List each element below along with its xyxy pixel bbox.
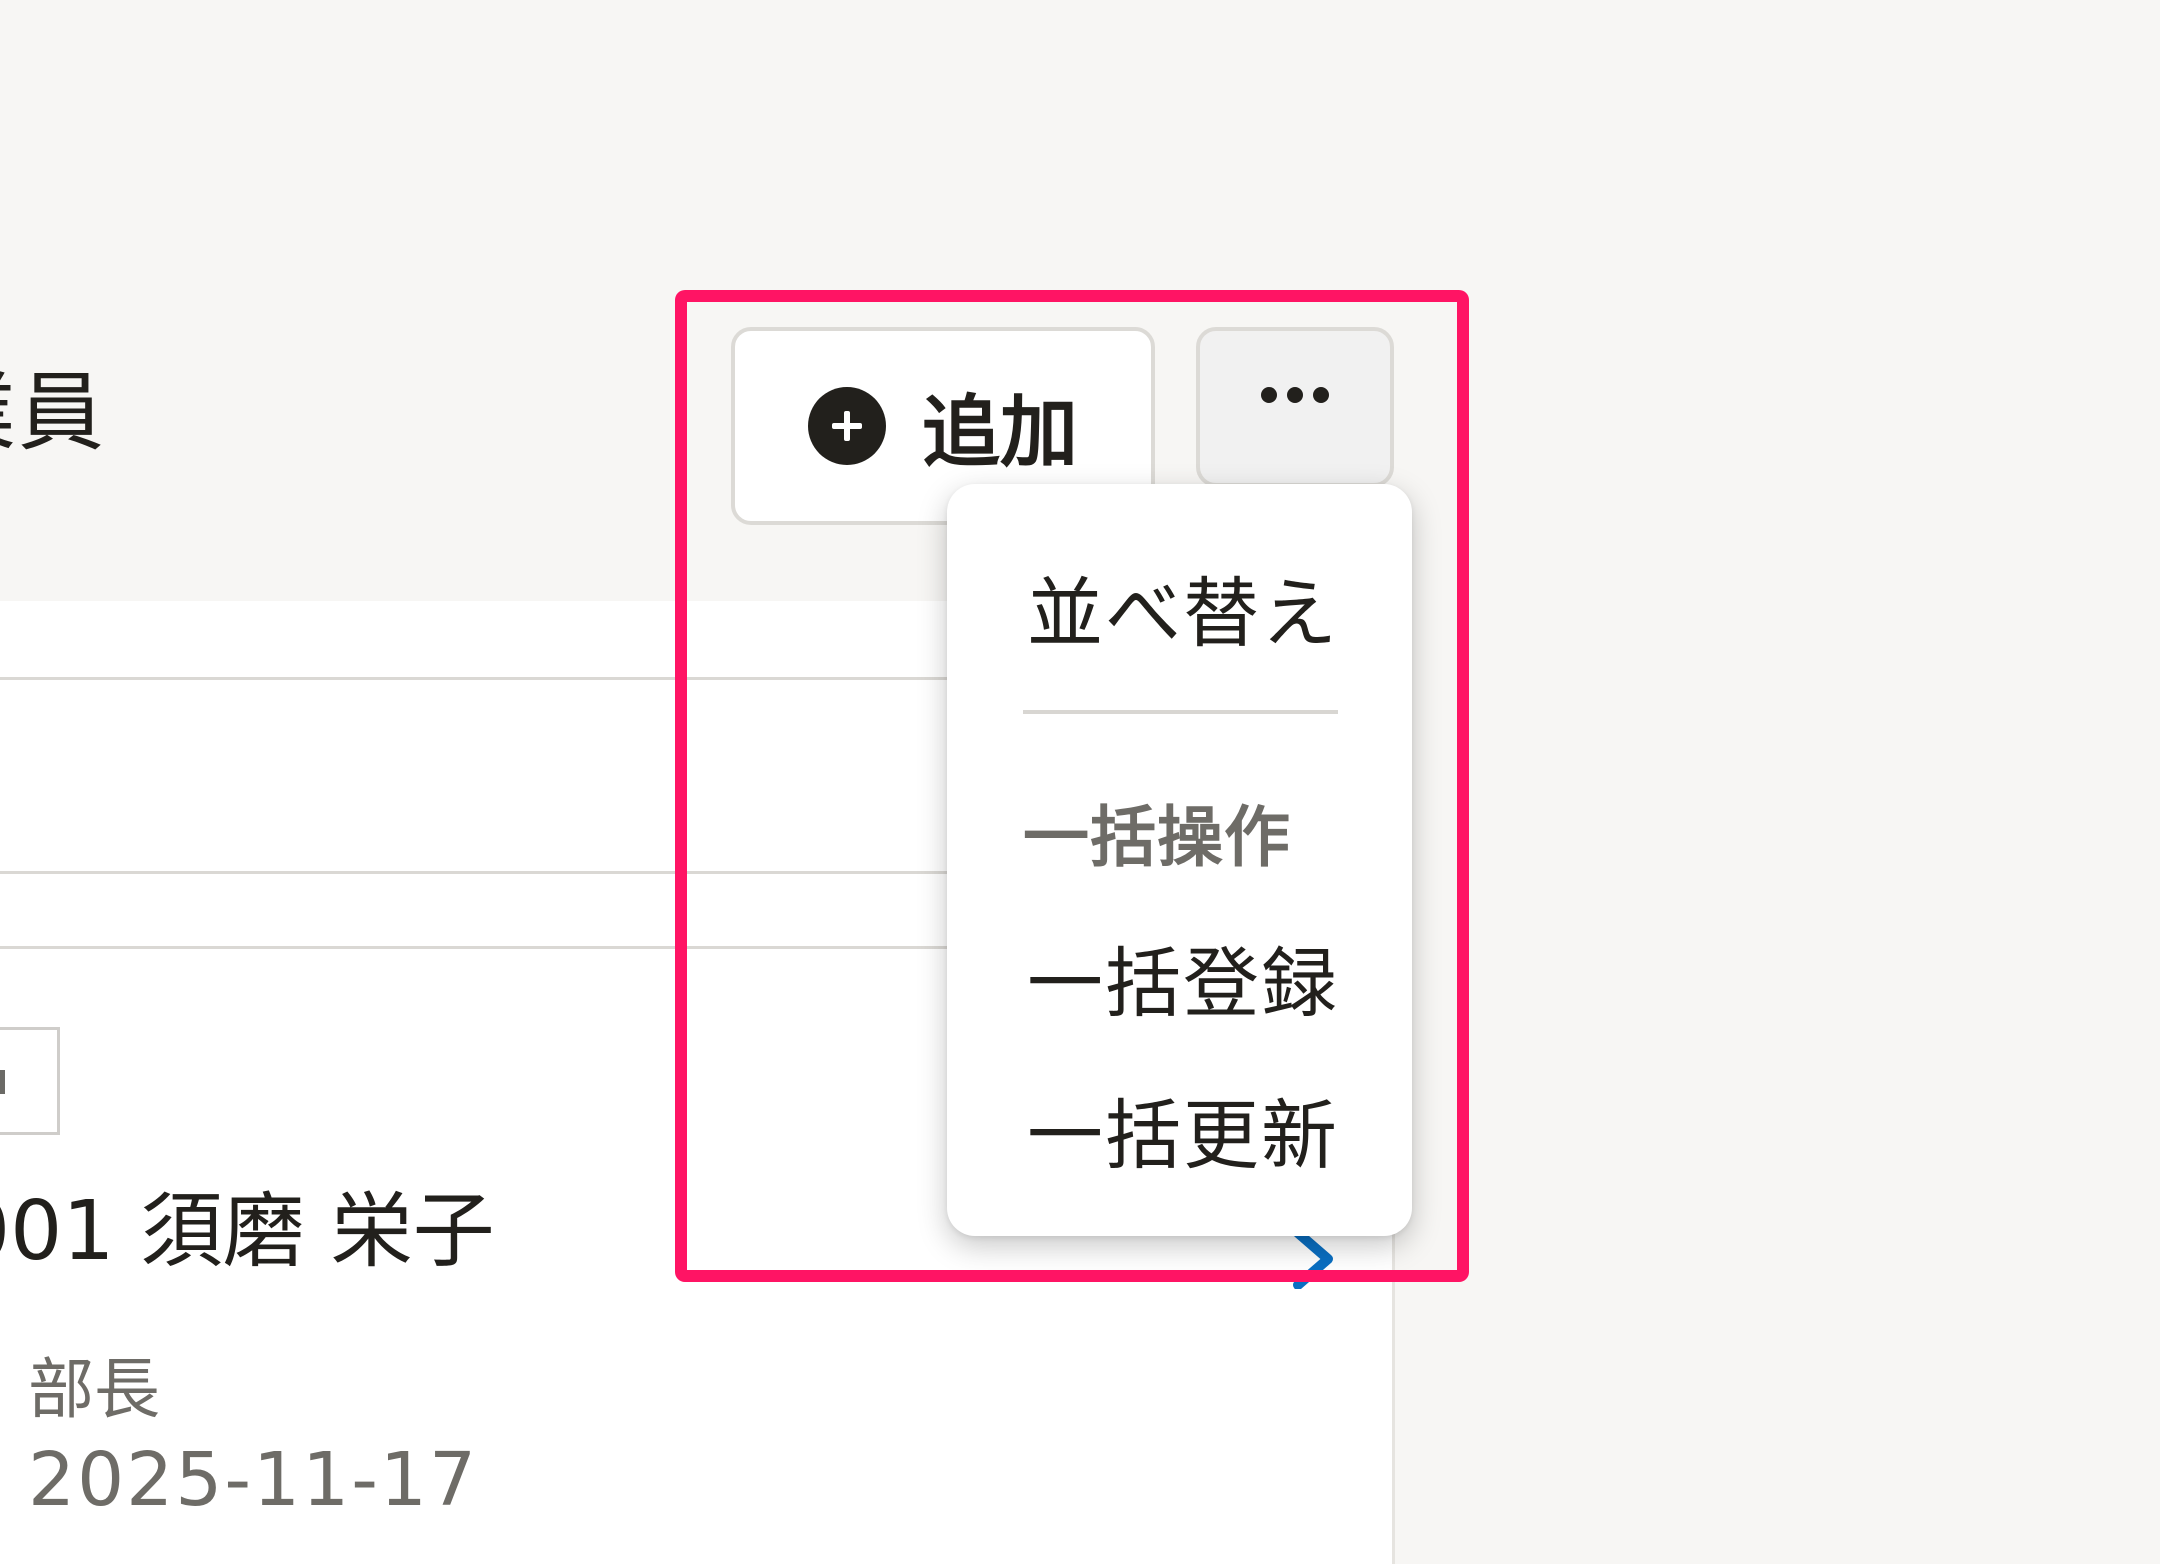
more-menu: 並べ替え 一括操作 一括登録 一括更新 bbox=[947, 484, 1412, 1236]
employee-date: 2025-11-17 bbox=[28, 1437, 479, 1523]
menu-divider bbox=[1023, 710, 1338, 714]
checkbox-mark bbox=[0, 1070, 5, 1094]
plus-circle-icon bbox=[807, 387, 886, 465]
page: 業員 001 須磨 栄子 部長 2025-11-17 追加 並べ替え bbox=[0, 0, 2160, 1564]
menu-item-bulk-update[interactable]: 一括更新 bbox=[1027, 1074, 1339, 1184]
menu-item-sort[interactable]: 並べ替え bbox=[1027, 552, 1339, 662]
menu-section-bulk: 一括操作 bbox=[1023, 799, 1291, 876]
more-button[interactable] bbox=[1196, 327, 1394, 487]
add-button-label: 追加 bbox=[921, 388, 1078, 478]
menu-item-bulk-register[interactable]: 一括登録 bbox=[1027, 922, 1339, 1032]
employee-role: 部長 bbox=[28, 1351, 160, 1428]
row-checkbox[interactable] bbox=[0, 1027, 60, 1135]
more-horizontal-icon bbox=[1261, 387, 1329, 483]
chevron-right-icon[interactable] bbox=[1280, 1229, 1340, 1289]
employee-name[interactable]: 001 須磨 栄子 bbox=[0, 1191, 495, 1273]
page-title: 業員 bbox=[0, 363, 106, 463]
